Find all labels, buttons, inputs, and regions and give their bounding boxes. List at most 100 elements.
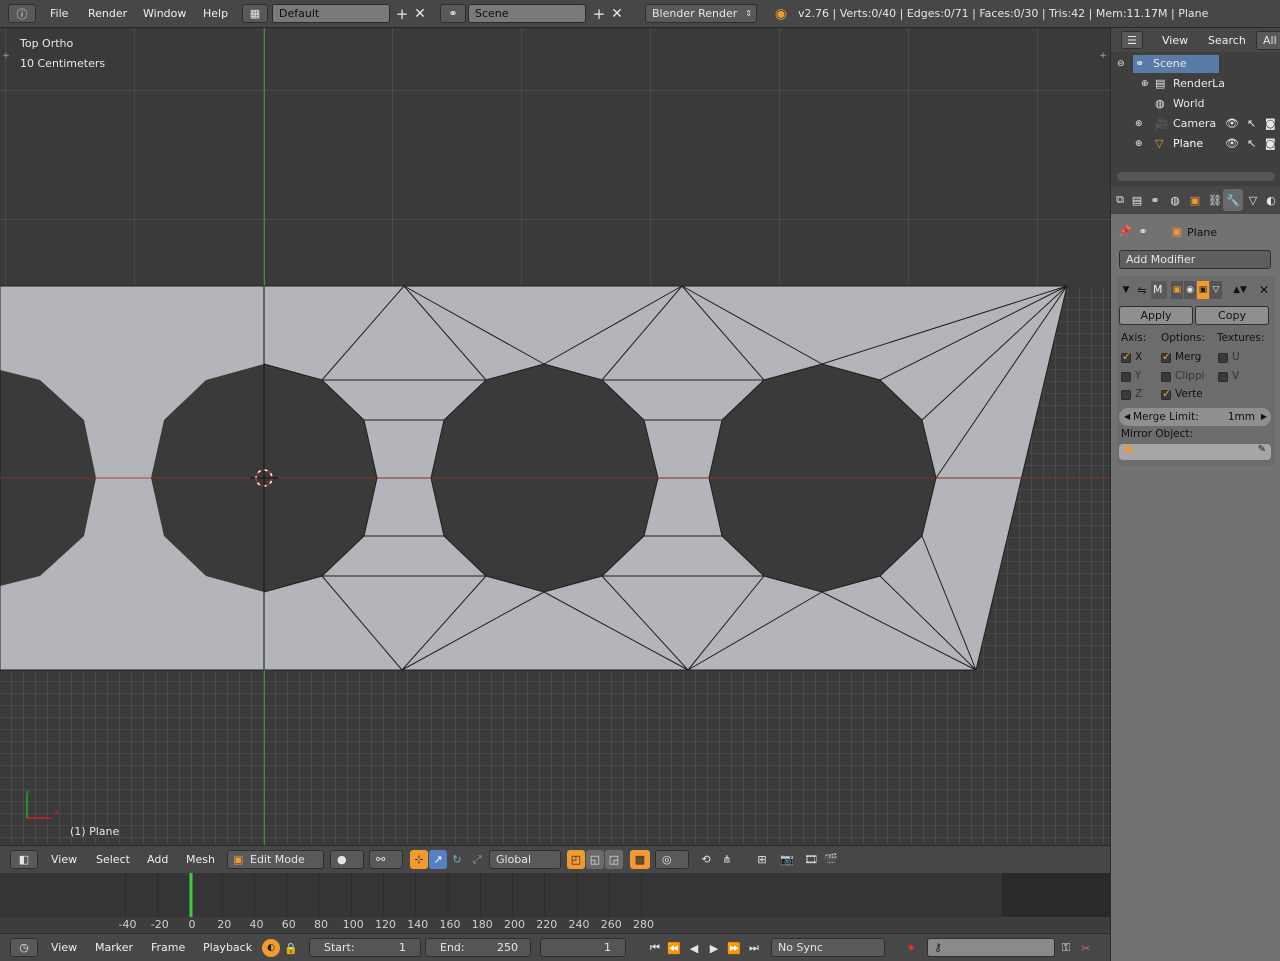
- end-frame-field[interactable]: End: 250: [425, 938, 531, 957]
- copy-button[interactable]: Copy: [1195, 306, 1269, 325]
- merge-checkbox[interactable]: [1161, 350, 1171, 363]
- data-tab-icon[interactable]: ▽: [1245, 191, 1261, 209]
- rotate-manipulator-icon[interactable]: ↻: [448, 850, 466, 869]
- toolshelf-toggle-icon[interactable]: +: [0, 50, 12, 62]
- outliner-tab-view[interactable]: View: [1162, 32, 1188, 50]
- renderable-camera-icon[interactable]: ◙: [1265, 114, 1276, 134]
- render-tab-icon[interactable]: ⧉: [1113, 191, 1127, 209]
- render-animation-icon[interactable]: 🎞: [802, 850, 820, 869]
- axis-y-checkbox[interactable]: [1121, 372, 1131, 382]
- material-tab-icon[interactable]: ◐: [1263, 191, 1279, 209]
- eyedropper-icon[interactable]: ✎: [1258, 444, 1266, 455]
- editor-type-3d-icon[interactable]: ◧: [10, 850, 38, 869]
- axis-z-checkbox[interactable]: [1121, 390, 1131, 400]
- menu-render[interactable]: Render: [88, 5, 127, 23]
- menu-window[interactable]: Window: [143, 5, 186, 23]
- snap-toggle-icon[interactable]: ⋔: [717, 850, 737, 869]
- delete-keyframe-icon[interactable]: ✂: [1078, 939, 1094, 957]
- mirror-object-field[interactable]: ▣ ✎: [1119, 444, 1271, 460]
- screen-layout-icon[interactable]: ▦: [242, 4, 268, 23]
- clapper-icon[interactable]: 🎬: [822, 850, 840, 869]
- editor-type-timeline-icon[interactable]: ◷: [10, 938, 38, 957]
- menu-view[interactable]: View: [51, 851, 77, 869]
- apply-button[interactable]: Apply: [1119, 306, 1193, 325]
- expand-icon[interactable]: ⊕: [1141, 74, 1149, 94]
- play-reverse-icon[interactable]: ◀: [685, 939, 703, 957]
- add-modifier-dropdown[interactable]: Add Modifier: [1119, 250, 1271, 269]
- tl-menu-playback[interactable]: Playback: [203, 939, 252, 957]
- jump-end-icon[interactable]: ⏭: [745, 939, 763, 957]
- manipulator-toggle-icon[interactable]: ⊹: [410, 850, 428, 869]
- object-tab-icon[interactable]: ▣: [1187, 191, 1203, 209]
- jump-keyframe-forward-icon[interactable]: ⏩: [725, 939, 743, 957]
- visibility-eye-icon[interactable]: 👁: [1225, 114, 1239, 134]
- tl-menu-view[interactable]: View: [51, 939, 77, 957]
- tl-menu-marker[interactable]: Marker: [95, 939, 133, 957]
- outliner-row-renderlayers[interactable]: ⊕ ▤ RenderLa: [1111, 74, 1280, 94]
- selectable-cursor-icon[interactable]: ↖: [1247, 134, 1256, 154]
- occlude-geometry-icon[interactable]: ▩: [630, 850, 650, 869]
- modifiers-tab-icon[interactable]: 🔧: [1223, 189, 1243, 211]
- vertex-select-icon[interactable]: ◰: [567, 850, 585, 869]
- keying-set-field[interactable]: ⚷: [927, 938, 1055, 957]
- lock-range-icon[interactable]: 🔒: [283, 939, 299, 957]
- clipping-checkbox[interactable]: [1161, 372, 1171, 382]
- scale-manipulator-icon[interactable]: ⤢: [468, 850, 486, 869]
- decrement-icon[interactable]: ◀: [1124, 408, 1130, 426]
- outliner-row-scene[interactable]: ⊖ ⚭ Scene: [1111, 54, 1280, 74]
- outliner[interactable]: ☰ View Search All ⊖ ⚭ Scene ⊕ ▤ RenderLa…: [1111, 28, 1280, 186]
- shading-dropdown[interactable]: ●: [330, 850, 364, 869]
- outliner-editor-icon[interactable]: ☰: [1121, 31, 1143, 49]
- viewport-canvas[interactable]: [0, 28, 1110, 845]
- remove-scene-icon[interactable]: ✕: [609, 5, 625, 22]
- collapse-arrow-icon[interactable]: ▼: [1119, 282, 1133, 298]
- record-icon[interactable]: ⏺: [902, 939, 920, 957]
- edge-select-icon[interactable]: ◱: [586, 850, 604, 869]
- increment-icon[interactable]: ▶: [1261, 408, 1267, 426]
- show-render-icon[interactable]: ▣: [1197, 281, 1209, 299]
- orientation-dropdown[interactable]: Global: [489, 850, 561, 869]
- menu-file[interactable]: File: [50, 5, 68, 23]
- preview-range-icon[interactable]: ◐: [262, 939, 280, 957]
- pivot-dropdown[interactable]: ⚯: [369, 850, 403, 869]
- add-scene-icon[interactable]: +: [591, 5, 607, 23]
- outliner-scrollbar[interactable]: [1117, 172, 1275, 181]
- insert-keyframe-icon[interactable]: ⚿: [1058, 939, 1074, 957]
- outliner-row-world[interactable]: ◍ World: [1111, 94, 1280, 114]
- menu-mesh[interactable]: Mesh: [186, 851, 215, 869]
- sync-dropdown[interactable]: No Sync: [771, 938, 885, 957]
- remove-layout-icon[interactable]: ✕: [412, 5, 428, 22]
- mode-dropdown[interactable]: ▣ Edit Mode: [227, 850, 324, 869]
- vertex-groups-checkbox[interactable]: [1161, 387, 1171, 400]
- texture-v-checkbox[interactable]: [1218, 372, 1228, 382]
- 3d-viewport[interactable]: Top Ortho 10 Centimeters x y (1) Plane +…: [0, 28, 1110, 845]
- outliner-display-dropdown[interactable]: All: [1256, 31, 1280, 50]
- play-icon[interactable]: ▶: [705, 939, 723, 957]
- proportional-falloff-icon[interactable]: ⟲: [697, 850, 715, 869]
- outliner-row-plane[interactable]: ⊕ ▽ Plane 👁 ↖ ◙: [1111, 134, 1280, 154]
- collapse-icon[interactable]: ⊖: [1117, 54, 1125, 74]
- current-frame-field[interactable]: 1: [540, 938, 626, 957]
- merge-limit-field[interactable]: ◀ Merge Limit: 1mm ▶: [1119, 408, 1271, 426]
- renderable-camera-icon[interactable]: ◙: [1265, 134, 1276, 154]
- jump-keyframe-back-icon[interactable]: ⏪: [665, 939, 683, 957]
- remove-modifier-icon[interactable]: ✕: [1257, 281, 1271, 299]
- show-viewport-icon[interactable]: ◉: [1184, 281, 1196, 299]
- expand-icon[interactable]: ⊕: [1135, 134, 1143, 154]
- menu-add[interactable]: Add: [147, 851, 168, 869]
- jump-start-icon[interactable]: ⏮: [646, 939, 664, 957]
- move-up-down-icon[interactable]: ▲▼: [1229, 281, 1251, 299]
- proportional-edit-dropdown[interactable]: ◎: [655, 850, 689, 869]
- translate-manipulator-icon[interactable]: ↗: [429, 850, 447, 869]
- texture-u-checkbox[interactable]: [1218, 353, 1228, 363]
- menu-help[interactable]: Help: [203, 5, 228, 23]
- edit-cage-icon[interactable]: ▣: [1171, 281, 1183, 299]
- selectable-cursor-icon[interactable]: ↖: [1247, 114, 1256, 134]
- timeline[interactable]: -40 -20 0 20 40 60 80 100 120 140 160 180 200 220 240 2…: [0, 873, 1110, 933]
- show-editmode-icon[interactable]: ▽: [1210, 281, 1222, 299]
- visibility-eye-icon[interactable]: 👁: [1225, 134, 1239, 154]
- layout-name-field[interactable]: Default: [272, 4, 390, 23]
- properties-toggle-icon[interactable]: +: [1097, 50, 1109, 62]
- add-layout-icon[interactable]: +: [394, 5, 410, 23]
- constraints-tab-icon[interactable]: ⛓: [1207, 191, 1223, 209]
